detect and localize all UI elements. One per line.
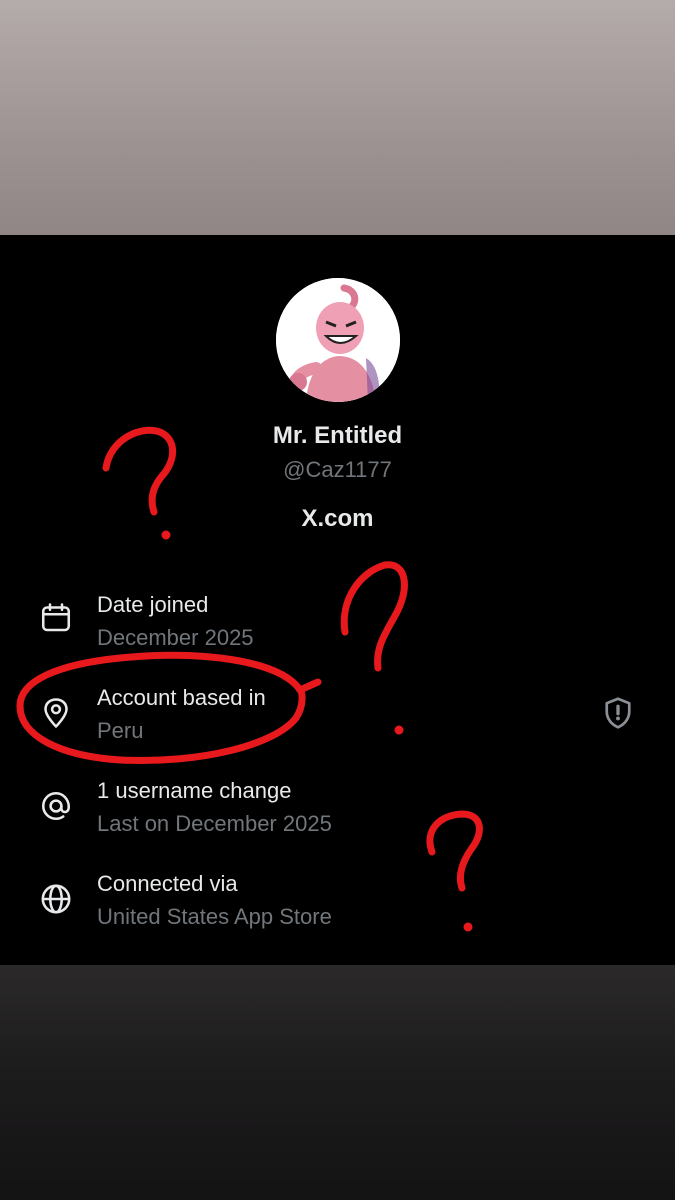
detail-title: Connected via xyxy=(97,871,238,896)
detail-row-connected-via: Connected via United States App Store xyxy=(0,869,675,949)
top-blurred-band xyxy=(0,0,675,235)
calendar-icon xyxy=(41,603,71,632)
avatar-character-image xyxy=(276,278,400,402)
detail-title: Account based in xyxy=(97,685,266,710)
detail-subtitle: December 2025 xyxy=(97,625,254,650)
display-name: Mr. Entitled xyxy=(272,422,403,449)
detail-title: 1 username change xyxy=(97,778,292,803)
about-account-panel: Mr. Entitled @Caz1177 X.com Date joined … xyxy=(0,235,675,965)
detail-row-date-joined: Date joined December 2025 xyxy=(0,590,675,670)
detail-subtitle: Peru xyxy=(97,718,144,743)
username-handle: @Caz1177 xyxy=(283,457,392,482)
bottom-blurred-band xyxy=(0,965,675,1200)
detail-row-username-change: 1 username change Last on December 2025 xyxy=(0,776,675,856)
location-pin-icon xyxy=(44,698,68,728)
site-label: X.com xyxy=(301,505,374,532)
detail-subtitle: Last on December 2025 xyxy=(97,811,332,836)
at-sign-icon xyxy=(41,791,71,821)
detail-subtitle: United States App Store xyxy=(97,904,332,929)
avatar[interactable] xyxy=(276,278,400,402)
detail-row-account-based-in: Account based in Peru xyxy=(0,683,675,763)
shield-alert-icon[interactable] xyxy=(600,695,636,731)
globe-icon xyxy=(41,884,71,914)
detail-title: Date joined xyxy=(97,592,209,617)
